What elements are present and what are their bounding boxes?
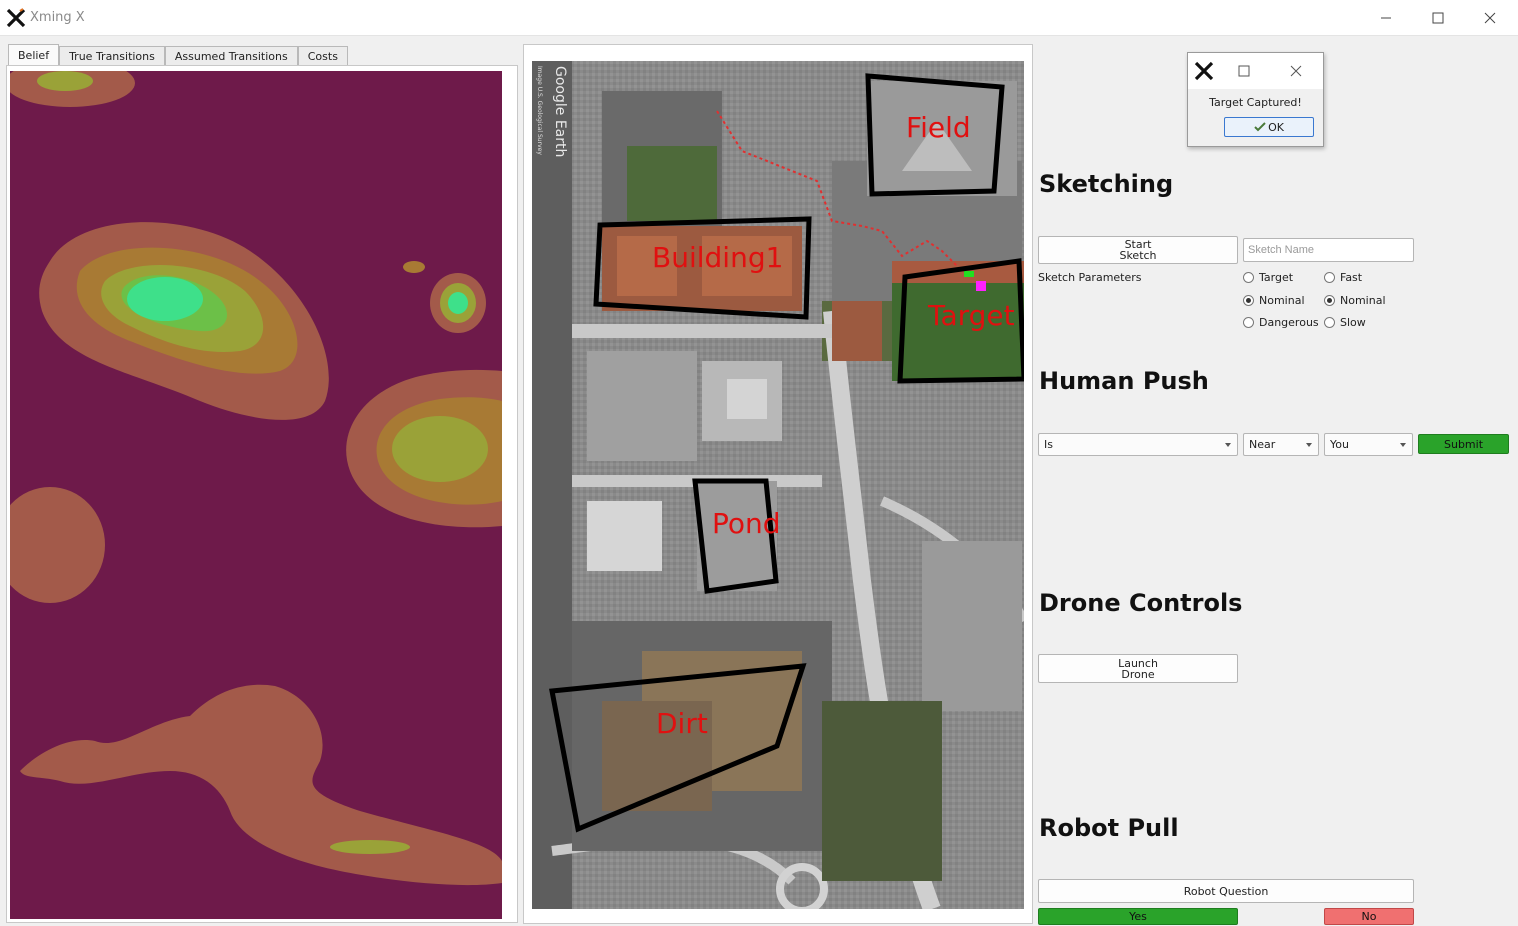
belief-contour [127,277,203,321]
radio-nominal-speed[interactable]: Nominal [1324,294,1386,307]
reference-select[interactable]: You [1324,433,1413,456]
sketching-heading: Sketching [1039,170,1174,198]
tab-belief[interactable]: Belief [8,44,60,66]
drone-marker [964,271,974,277]
proximity-value: Near [1249,438,1276,451]
xming-logo-icon [6,8,26,28]
map-terrain [532,61,572,909]
map-parking [587,351,697,461]
tab-assumed-transitions[interactable]: Assumed Transitions [164,46,298,66]
belief-panel [6,65,518,923]
sketch-name-input[interactable] [1243,238,1414,262]
proximity-select[interactable]: Near [1243,433,1319,456]
tab-true-transitions[interactable]: True Transitions [59,46,165,66]
launch-drone-button[interactable]: Launch Drone [1038,654,1238,683]
sketch-parameters-label: Sketch Parameters [1038,271,1142,284]
target-marker [976,281,986,291]
map-watermark-sub: Image U.S. Geological Survey [536,66,543,155]
radio-label: Dangerous [1259,316,1319,329]
title-bar: Xming X [0,0,1518,36]
relation-select[interactable]: Is [1038,433,1238,456]
target-captured-dialog: Target Captured! OK [1187,52,1324,147]
maximize-icon[interactable] [1238,65,1250,77]
belief-contour [330,840,410,854]
robot-question-button[interactable]: Robot Question [1038,879,1414,903]
no-button[interactable]: No [1324,908,1414,925]
map-parking [922,541,1022,711]
map-watermark: Google Earth [552,66,568,157]
map-panel: Google Earth Image U.S. Geological Surve… [523,44,1033,924]
map-building [727,379,767,419]
start-sketch-button[interactable]: Start Sketch [1038,236,1238,264]
dialog-title-bar [1188,53,1323,89]
drone-controls-heading: Drone Controls [1039,589,1243,617]
chevron-down-icon [1400,443,1406,447]
radio-indicator [1243,272,1254,283]
belief-contour [392,416,488,482]
belief-contour [403,261,425,273]
radio-nominal-type[interactable]: Nominal [1243,294,1305,307]
chevron-down-icon [1225,443,1231,447]
radio-indicator [1324,295,1335,306]
radio-label: Fast [1340,271,1363,284]
radio-dangerous[interactable]: Dangerous [1243,316,1319,329]
minimize-button[interactable] [1360,0,1412,36]
dialog-message: Target Captured! [1209,96,1302,109]
map-terrain [822,701,942,881]
region-label-target: Target [927,299,1015,332]
belief-heatmap [10,71,502,919]
human-push-heading: Human Push [1039,367,1209,395]
reference-value: You [1330,438,1349,451]
radio-label: Slow [1340,316,1366,329]
radio-indicator [1324,317,1335,328]
map-terrain [627,146,717,221]
launch-drone-label-line2: Drone [1121,667,1155,681]
radio-indicator [1243,317,1254,328]
map-building [832,301,882,361]
region-label-building1: Building1 [652,241,783,274]
region-label-dirt: Dirt [656,707,708,740]
belief-contour [448,292,468,314]
maximize-icon [1432,12,1444,24]
belief-contour [37,71,93,91]
radio-label: Target [1259,271,1294,284]
radio-fast[interactable]: Fast [1324,271,1362,284]
close-icon[interactable] [1290,65,1302,77]
robot-pull-heading: Robot Pull [1039,814,1179,842]
yes-button[interactable]: Yes [1038,908,1238,925]
radio-slow[interactable]: Slow [1324,316,1366,329]
tab-costs[interactable]: Costs [297,46,348,66]
radio-label: Nominal [1259,294,1305,307]
start-sketch-label-line2: Sketch [1119,249,1157,262]
relation-value: Is [1044,438,1053,451]
close-icon [1484,12,1496,24]
region-label-field: Field [906,111,971,144]
chevron-down-icon [1306,443,1312,447]
radio-target[interactable]: Target [1243,271,1293,284]
map-building [587,501,662,571]
launch-drone-label-line1: Launch [1118,656,1158,670]
checkmark-icon [1254,122,1266,132]
satellite-map[interactable]: Google Earth Image U.S. Geological Surve… [532,61,1024,909]
ok-button[interactable]: OK [1224,117,1314,137]
maximize-button[interactable] [1412,0,1464,36]
ok-label: OK [1268,120,1284,134]
radio-indicator [1243,295,1254,306]
minimize-icon [1381,17,1391,19]
radio-label: Nominal [1340,294,1386,307]
xming-logo-icon [1194,61,1214,81]
radio-indicator [1324,272,1335,283]
close-button[interactable] [1464,0,1516,36]
region-label-pond: Pond [712,507,781,540]
submit-button[interactable]: Submit [1418,434,1509,454]
window-title: Xming X [30,10,85,25]
tab-bar: Belief True Transitions Assumed Transiti… [8,44,348,66]
